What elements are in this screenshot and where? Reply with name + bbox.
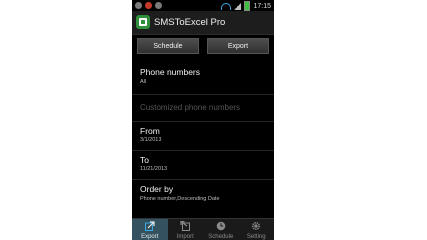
alert-icon (145, 2, 152, 9)
pref-to-title: To (140, 155, 149, 165)
usb-icon (155, 2, 162, 9)
pref-from-title: From (140, 126, 160, 136)
tab-setting[interactable]: Setting (239, 219, 275, 240)
export-icon (144, 221, 155, 231)
pref-customized-title: Customized phone numbers (140, 103, 241, 112)
notification-icon (135, 2, 142, 9)
pref-order-by-title: Order by (140, 184, 174, 194)
action-bar: SMSToExcel Pro (132, 11, 274, 35)
status-time: 17:15 (253, 2, 271, 10)
import-icon (180, 221, 191, 231)
clock-icon (216, 221, 226, 231)
tab-export[interactable]: Export (132, 219, 168, 240)
tab-import-label: Import (176, 234, 194, 240)
pref-order-by[interactable]: Order by Phone number,Descending Date (132, 180, 274, 210)
pref-from-summary: 3/1/2013 (140, 137, 162, 143)
wifi-icon (221, 2, 232, 10)
pref-phone-numbers[interactable]: Phone numbers All (132, 62, 274, 95)
app-title: SMSToExcel Pro (154, 17, 226, 28)
tab-export-label: Export (141, 234, 159, 240)
tab-import[interactable]: Import (168, 219, 204, 240)
signal-icon (234, 2, 242, 10)
pref-from[interactable]: From 3/1/2013 (132, 122, 274, 151)
tab-schedule-label: Schedule (208, 234, 234, 240)
gear-icon (252, 221, 261, 231)
pref-to-summary: 11/21/2013 (140, 166, 168, 172)
pref-to[interactable]: To 11/21/2013 (132, 151, 274, 180)
phone-screen: 17:15 SMSToExcel Pro Schedule Export Pho… (132, 0, 274, 240)
preferences-panel: Schedule Export Phone numbers All Custom… (132, 35, 274, 218)
schedule-button[interactable]: Schedule (137, 38, 199, 54)
pref-order-by-summary: Phone number,Descending Date (140, 196, 220, 202)
app-icon (136, 15, 150, 29)
pref-phone-numbers-title: Phone numbers (140, 67, 201, 77)
pref-customized-phone-numbers: Customized phone numbers (132, 95, 274, 122)
bottom-tab-bar: Export Import Schedule Setting (132, 218, 274, 240)
export-button[interactable]: Export (207, 38, 269, 54)
battery-icon (244, 1, 251, 11)
pref-phone-numbers-summary: All (140, 79, 147, 85)
tab-setting-label: Setting (246, 234, 266, 240)
tab-schedule[interactable]: Schedule (203, 219, 239, 240)
status-bar: 17:15 (132, 0, 274, 11)
